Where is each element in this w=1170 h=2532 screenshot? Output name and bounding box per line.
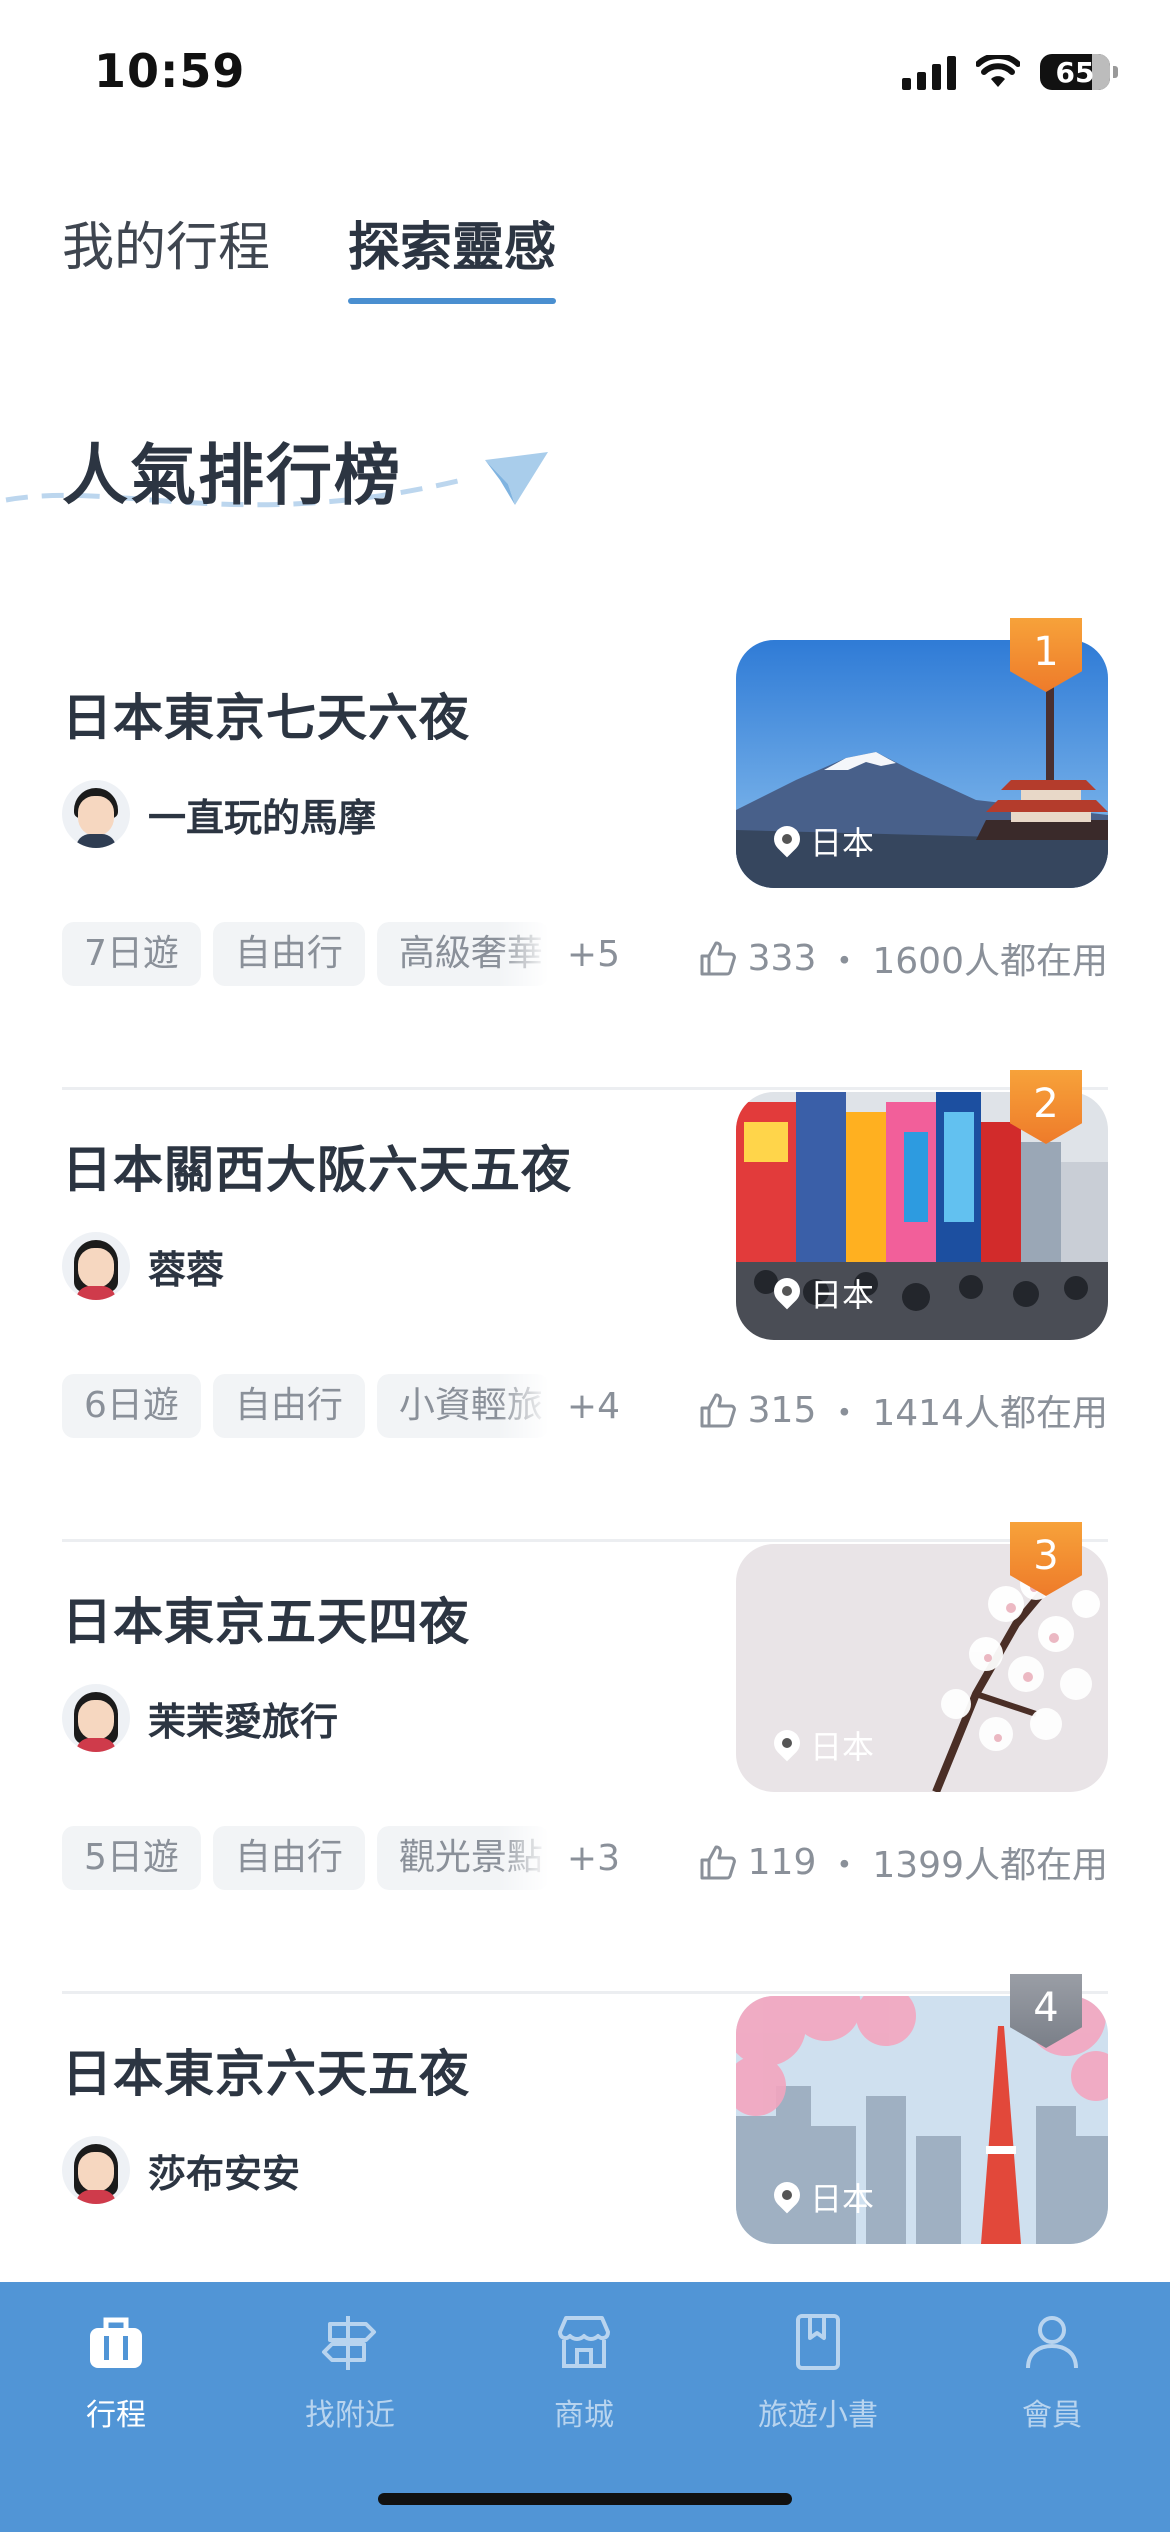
location-pin-icon <box>774 826 800 856</box>
trip-stats: 333 ・ 1600人都在用 <box>698 932 1108 984</box>
avatar <box>62 780 130 848</box>
trip-author[interactable]: 莎布安安 <box>62 2136 300 2204</box>
tag-list: 5日遊 自由行 觀光景點 +3 <box>62 1826 620 1890</box>
avatar <box>62 1232 130 1300</box>
location-label: 日本 <box>774 1270 874 1316</box>
more-tags-count: +4 <box>566 1385 620 1427</box>
location-label: 日本 <box>774 2174 874 2220</box>
nav-item-member[interactable]: 會員 <box>962 2310 1142 2434</box>
tag: 7日遊 <box>62 922 201 986</box>
section-header: 人氣排行榜 <box>0 400 1170 560</box>
trip-author[interactable]: 一直玩的馬摩 <box>62 780 376 848</box>
location-text: 日本 <box>810 1276 875 1314</box>
cellular-signal-icon <box>902 54 956 90</box>
avatar <box>62 1684 130 1752</box>
thumbs-up-icon <box>700 1845 736 1880</box>
thumbs-up-icon <box>700 1393 736 1428</box>
location-pin-icon <box>774 1278 800 1308</box>
store-icon <box>558 2316 610 2368</box>
trip-title: 日本關西大阪六天五夜 <box>62 1141 572 1199</box>
nav-label: 會員 <box>1022 2398 1082 2433</box>
nav-item-nearby[interactable]: 找附近 <box>260 2310 440 2434</box>
thumbs-up-icon <box>700 941 736 976</box>
top-tabs: 我的行程 探索靈感 <box>62 205 557 304</box>
suitcase-icon <box>90 2317 142 2368</box>
location-label: 日本 <box>774 818 874 864</box>
tag: 小資輕旅 <box>376 1374 549 1438</box>
stat-separator: ・ <box>826 1845 863 1886</box>
tag: 自由行 <box>212 1374 365 1438</box>
tab-my-trips[interactable]: 我的行程 <box>62 205 270 298</box>
trip-stats: 315 ・ 1414人都在用 <box>698 1384 1108 1436</box>
ranking-card[interactable]: 日本關西大阪六天五夜 蓉蓉 日本 2 6日遊 自由行 小資輕旅 +4 315 ・… <box>62 1070 1108 1542</box>
book-icon <box>796 2314 840 2370</box>
user-count: 1399人都在用 <box>872 1845 1108 1886</box>
battery-icon: 65 <box>1040 54 1118 90</box>
tag: 自由行 <box>212 922 365 986</box>
home-indicator[interactable] <box>378 2493 792 2505</box>
tag: 6日遊 <box>62 1374 201 1438</box>
author-name: 莎布安安 <box>148 2151 301 2196</box>
nav-label: 旅遊小書 <box>758 2398 878 2433</box>
tag-list: 7日遊 自由行 高級奢華 +5 <box>62 922 620 986</box>
nav-label: 商城 <box>554 2398 614 2433</box>
tag: 自由行 <box>212 1826 365 1890</box>
trip-author[interactable]: 蓉蓉 <box>62 1232 224 1300</box>
user-count: 1414人都在用 <box>872 1393 1108 1434</box>
tab-explore-inspiration[interactable]: 探索靈感 <box>348 205 557 304</box>
more-tags-count: +3 <box>566 1837 620 1879</box>
location-pin-icon <box>774 1730 800 1760</box>
nav-item-store[interactable]: 商城 <box>494 2310 674 2434</box>
author-name: 一直玩的馬摩 <box>148 795 377 840</box>
trip-title: 日本東京七天六夜 <box>62 689 470 747</box>
divider <box>62 1991 1108 1994</box>
status-time: 10:59 <box>94 44 246 98</box>
tag: 5日遊 <box>62 1826 201 1890</box>
battery-level: 65 <box>1055 55 1095 89</box>
author-name: 茉茉愛旅行 <box>148 1699 339 1744</box>
tag: 高級奢華 <box>376 922 549 986</box>
location-label: 日本 <box>774 1722 874 1768</box>
location-pin-icon <box>774 2182 800 2212</box>
nav-label: 找附近 <box>305 2398 395 2433</box>
nav-item-trips[interactable]: 行程 <box>26 2310 206 2434</box>
divider <box>62 1087 1108 1090</box>
more-tags-count: +5 <box>566 933 620 975</box>
trip-stats: 119 ・ 1399人都在用 <box>698 1836 1108 1888</box>
nav-label: 行程 <box>86 2398 146 2433</box>
signpost-icon <box>322 2316 376 2370</box>
status-bar: 10:59 65 <box>0 0 1170 140</box>
person-icon <box>1026 2316 1078 2369</box>
trip-title: 日本東京五天四夜 <box>62 1593 470 1651</box>
ranking-card[interactable]: 日本東京七天六夜 一直玩的馬摩 日本 1 7日遊 自由行 高級奢華 +5 333… <box>62 618 1108 1090</box>
ranking-card[interactable]: 日本東京五天四夜 茉茉愛旅行 日本 3 5日遊 自由行 觀光景點 +3 119 … <box>62 1522 1108 1994</box>
tag-list: 6日遊 自由行 小資輕旅 +4 <box>62 1374 620 1438</box>
location-text: 日本 <box>810 1728 875 1766</box>
section-title: 人氣排行榜 <box>62 437 402 514</box>
author-name: 蓉蓉 <box>148 1247 225 1292</box>
trip-author[interactable]: 茉茉愛旅行 <box>62 1684 338 1752</box>
location-text: 日本 <box>810 824 875 862</box>
stat-separator: ・ <box>826 1393 863 1434</box>
location-text: 日本 <box>810 2180 875 2218</box>
nav-item-travel-book[interactable]: 旅遊小書 <box>728 2310 908 2434</box>
wifi-icon <box>976 55 1020 87</box>
status-icons: 65 <box>902 50 1118 94</box>
ranking-card[interactable]: 日本東京六天五夜 莎布安安 日本 4 <box>62 1974 1108 2282</box>
trip-title: 日本東京六天五夜 <box>62 2045 470 2103</box>
user-count: 1600人都在用 <box>872 941 1108 982</box>
divider <box>62 1539 1108 1542</box>
like-count: 119 <box>747 1841 817 1883</box>
like-count: 333 <box>747 937 817 979</box>
avatar <box>62 2136 130 2204</box>
like-count: 315 <box>747 1389 817 1431</box>
stat-separator: ・ <box>826 941 863 982</box>
tag: 觀光景點 <box>376 1826 549 1890</box>
